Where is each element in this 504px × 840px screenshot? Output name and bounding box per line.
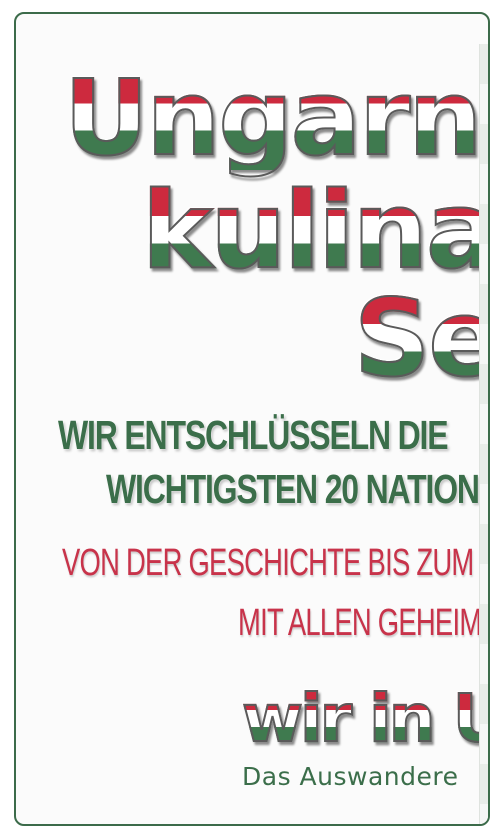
side-scroll-strip — [479, 44, 488, 824]
headline-line-2: kulinaris — [141, 177, 488, 285]
subheadline-line-2: WICHTIGSTEN 20 NATIONA — [106, 466, 490, 512]
headline-line-1: Ungarns — [63, 65, 488, 171]
headline-line-3: See — [353, 285, 488, 393]
subheadline-line-1: WIR ENTSCHLÜSSELN DIE — [58, 412, 449, 458]
card-content: Ungarns kulinaris See WIR ENTSCHLÜSSELN … — [16, 14, 488, 824]
promo-card: Ungarns kulinaris See WIR ENTSCHLÜSSELN … — [14, 12, 490, 826]
brand-tagline: Das Auswandere — [242, 762, 459, 791]
promo-page: Ungarns kulinaris See WIR ENTSCHLÜSSELN … — [0, 0, 504, 840]
description-line-2: MIT ALLEN GEHEIMNIS — [238, 602, 488, 644]
brand-logo-text: wir in Ung — [241, 685, 488, 753]
description-line-1: VON DER GESCHICHTE BIS ZUM GESC — [62, 542, 488, 584]
